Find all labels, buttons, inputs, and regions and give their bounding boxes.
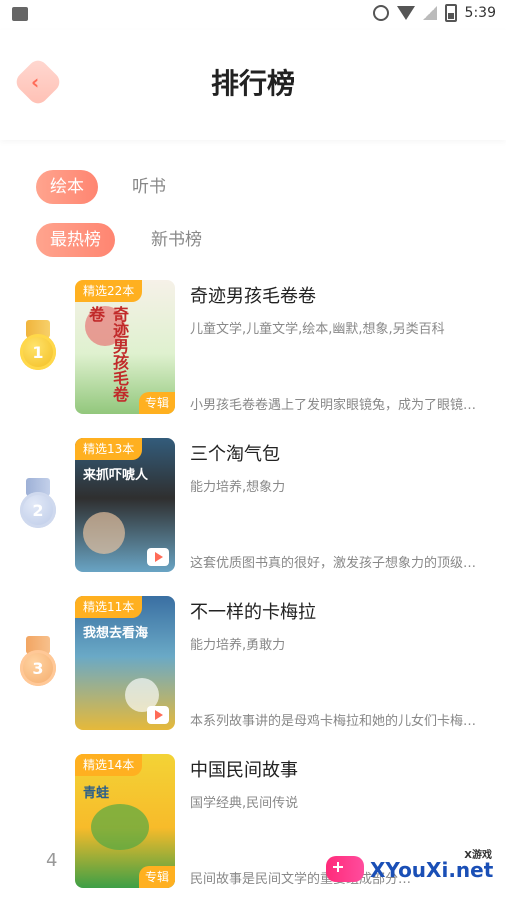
list-item[interactable]: 2 来抓吓唬人 精选13本 三个淘气包 能力培养,想象力 这套优质图书真的很好，…: [0, 436, 506, 574]
page-title: 排行榜: [210, 67, 295, 100]
book-cover[interactable]: 奇迹男孩毛卷卷 精选22本 专辑: [75, 280, 175, 414]
rank-medal-bronze-icon: 3: [18, 636, 58, 692]
rank-medal-silver-icon: 2: [18, 478, 58, 534]
status-bar: 5:39: [0, 0, 506, 30]
primary-tabs: 绘本 听书: [36, 170, 180, 204]
cover-title-text: 奇迹男孩毛卷卷: [86, 306, 129, 402]
medal-rank-number: 2: [20, 492, 56, 528]
book-title[interactable]: 三个淘气包: [190, 440, 490, 466]
rank-number: 4: [18, 794, 58, 871]
book-cover[interactable]: 来抓吓唬人 精选13本: [75, 438, 175, 572]
book-info: 不一样的卡梅拉 能力培养,勇敢力 本系列故事讲的是母鸡卡梅拉和她的儿女们卡梅…: [190, 598, 490, 729]
cover-title-text: 青蛙: [83, 786, 110, 801]
book-title[interactable]: 不一样的卡梅拉: [190, 598, 490, 624]
book-tags: 能力培养,想象力: [190, 480, 286, 495]
book-info: 奇迹男孩毛卷卷 儿童文学,儿童文学,绘本,幽默,想象,另类百科 小男孩毛卷卷遇上…: [190, 282, 490, 413]
selection-badge: 精选13本: [75, 438, 143, 460]
tab-picture-books[interactable]: 绘本: [36, 170, 98, 204]
secondary-tabs: 最热榜 新书榜: [36, 223, 216, 257]
book-description: 本系列故事讲的是母鸡卡梅拉和她的儿女们卡梅…: [190, 714, 477, 729]
rank-number-text: 4: [46, 850, 58, 871]
site-watermark: X游戏 XYouXi.net: [326, 848, 496, 888]
status-time: 5:39: [464, 5, 496, 21]
book-title[interactable]: 中国民间故事: [190, 756, 490, 782]
play-icon[interactable]: [147, 548, 169, 566]
selection-badge: 精选22本: [75, 280, 143, 302]
medal-rank-number: 1: [20, 334, 56, 370]
image-notification-icon: [12, 7, 28, 21]
book-info: 三个淘气包 能力培养,想象力 这套优质图书真的很好，激发孩子想象力的顶级…: [190, 440, 490, 571]
gamepad-logo-icon: [326, 856, 364, 882]
rank-medal-gold-icon: 1: [18, 320, 58, 376]
tab-audiobooks[interactable]: 听书: [118, 170, 180, 204]
book-title[interactable]: 奇迹男孩毛卷卷: [190, 282, 490, 308]
book-cover[interactable]: 我想去看海 精选11本: [75, 596, 175, 730]
book-info: 中国民间故事 国学经典,民间传说 民间故事是民间文学的重要组成部分…: [190, 756, 490, 887]
list-item[interactable]: 1 奇迹男孩毛卷卷 精选22本 专辑 奇迹男孩毛卷卷 儿童文学,儿童文学,绘本,…: [0, 278, 506, 416]
book-description: 这套优质图书真的很好，激发孩子想象力的顶级…: [190, 556, 477, 571]
book-tags: 国学经典,民间传说: [190, 796, 299, 811]
status-icons: 5:39: [372, 4, 496, 22]
cover-title-text: 来抓吓唬人: [83, 468, 149, 483]
wifi-icon: [396, 6, 415, 20]
header: ‹ 排行榜: [0, 30, 506, 140]
battery-icon: [444, 4, 457, 22]
tab-hottest[interactable]: 最热榜: [36, 223, 115, 257]
list-item[interactable]: 3 我想去看海 精选11本 不一样的卡梅拉 能力培养,勇敢力 本系列故事讲的是母…: [0, 594, 506, 732]
medal-rank-number: 3: [20, 650, 56, 686]
play-icon[interactable]: [147, 706, 169, 724]
book-tags: 儿童文学,儿童文学,绘本,幽默,想象,另类百科: [190, 322, 445, 337]
album-tag: 专辑: [138, 392, 175, 414]
cover-illustration: [91, 804, 149, 850]
watermark-site-text: XYouXi.net: [370, 858, 494, 882]
tab-new-books[interactable]: 新书榜: [137, 223, 216, 257]
selection-badge: 精选11本: [75, 596, 143, 618]
cover-illustration: [83, 512, 125, 554]
book-cover[interactable]: 青蛙 精选14本 专辑: [75, 754, 175, 888]
cover-title-text: 我想去看海: [83, 626, 149, 641]
album-tag: 专辑: [138, 866, 175, 888]
book-tags: 能力培养,勇敢力: [190, 638, 286, 653]
alarm-icon: [372, 5, 389, 21]
selection-badge: 精选14本: [75, 754, 143, 776]
signal-icon: [422, 6, 437, 20]
book-description: 小男孩毛卷卷遇上了发明家眼镜兔，成为了眼镜…: [190, 398, 477, 413]
